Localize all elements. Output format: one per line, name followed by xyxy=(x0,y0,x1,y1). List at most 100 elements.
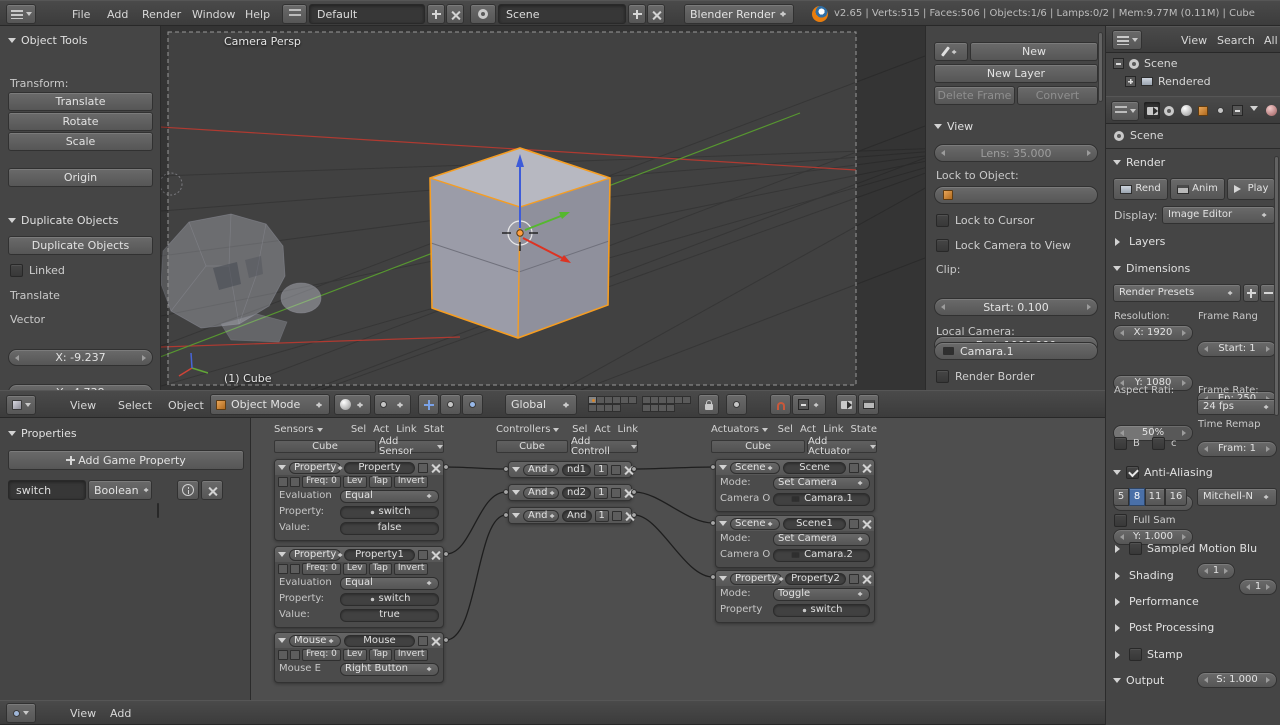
controller-type-menu[interactable]: And xyxy=(523,487,559,499)
sensor-block-property[interactable]: Property Property Freq: 0 Lev Tap Invert… xyxy=(274,459,444,541)
screen-layout-browse-button[interactable] xyxy=(282,4,307,24)
add-sensor-button[interactable]: Add Sensor xyxy=(378,440,444,453)
layer-cell[interactable] xyxy=(666,404,675,412)
outliner-menu-view[interactable]: View xyxy=(1181,35,1207,46)
mode-select[interactable]: Object Mode xyxy=(210,394,330,415)
pin-icon[interactable] xyxy=(418,550,428,560)
viewport-3d[interactable]: Camera Persp (1) Cube xyxy=(161,26,925,390)
controller-block-and3[interactable]: And And 1 xyxy=(508,507,632,524)
view3d-menu-object[interactable]: Object xyxy=(168,400,204,411)
tab-constraints[interactable] xyxy=(1212,102,1228,119)
duplicate-panel-header[interactable]: Duplicate Objects xyxy=(8,214,118,227)
add-game-property-button[interactable]: Add Game Property xyxy=(8,450,244,470)
actuators-state-toggle[interactable]: State xyxy=(851,425,877,435)
delete-frame-button[interactable]: Delete Frame xyxy=(934,86,1015,105)
pin-icon[interactable] xyxy=(418,636,428,646)
layers-panel-header[interactable]: Layers xyxy=(1113,236,1165,247)
controller-name-field[interactable]: nd2 xyxy=(562,487,591,499)
crop-checkbox[interactable]: c xyxy=(1152,437,1177,450)
tap-toggle[interactable]: Tap xyxy=(369,649,392,661)
layer-cell[interactable] xyxy=(612,404,621,412)
actuator-type-menu[interactable]: Scene xyxy=(730,462,780,474)
pulse-true-icon[interactable] xyxy=(278,650,288,660)
antialiasing-panel-header[interactable]: Anti-Aliasing xyxy=(1113,466,1213,479)
actuators-link-toggle[interactable]: Link xyxy=(823,425,843,435)
sensors-link-toggle[interactable]: Link xyxy=(396,425,416,435)
controller-name-field[interactable]: And xyxy=(562,510,592,522)
aa-filter-select[interactable]: Mitchell-N xyxy=(1197,488,1277,506)
collapse-icon[interactable] xyxy=(278,638,286,647)
manipulator-toggle[interactable] xyxy=(418,394,439,415)
view3d-menu-view[interactable]: View xyxy=(70,400,96,411)
editor-type-button-properties[interactable] xyxy=(1111,101,1139,121)
layers-grid-2[interactable] xyxy=(642,396,690,412)
stamp-panel-header[interactable]: Stamp xyxy=(1113,648,1183,661)
controller-type-menu[interactable]: And xyxy=(523,510,559,522)
aa-samples-8[interactable]: 8 xyxy=(1129,488,1145,506)
collapse-icon[interactable] xyxy=(512,467,520,476)
invert-toggle[interactable]: Invert xyxy=(394,649,428,661)
evaluation-select[interactable]: Equal xyxy=(340,490,439,503)
controller-type-menu[interactable]: And xyxy=(523,464,559,476)
property-field[interactable]: switch xyxy=(773,604,870,617)
controllers-sel-toggle[interactable]: Sel xyxy=(572,425,587,435)
collapse-icon[interactable] xyxy=(719,465,727,474)
mark-icon[interactable] xyxy=(611,465,621,475)
mode-select[interactable]: Set Camera xyxy=(773,477,870,490)
fps-select[interactable]: 24 fps xyxy=(1197,399,1277,415)
menu-add[interactable]: Add xyxy=(107,9,128,20)
skull-mesh[interactable] xyxy=(161,173,321,342)
pulse-false-icon[interactable] xyxy=(290,477,300,487)
controller-block-and2[interactable]: And nd2 1 xyxy=(508,484,632,501)
opengl-render-button[interactable] xyxy=(836,394,857,415)
performance-panel-header[interactable]: Performance xyxy=(1113,596,1199,607)
object-tools-panel-header[interactable]: Object Tools xyxy=(0,26,160,47)
new-gpencil-button[interactable]: New xyxy=(970,42,1098,61)
outliner-row-renderlayer[interactable]: Rendered xyxy=(1125,76,1211,87)
aa-filter-size-field[interactable]: S: 1.000 xyxy=(1197,672,1277,688)
evaluation-select[interactable]: Equal xyxy=(340,577,439,590)
actuator-type-menu[interactable]: Scene xyxy=(730,518,780,530)
controllers-link-toggle[interactable]: Link xyxy=(618,425,638,435)
sensors-owner-button[interactable]: Cube xyxy=(274,440,376,453)
editor-type-button-outliner[interactable] xyxy=(1112,30,1142,50)
add-controller-button[interactable]: Add Controll xyxy=(570,440,638,453)
lock-to-scene-toggle[interactable] xyxy=(698,394,719,415)
pin-icon[interactable] xyxy=(849,519,859,529)
render-still-button[interactable]: Rend xyxy=(1113,178,1168,200)
layers-grid-1[interactable] xyxy=(588,396,636,412)
translate-manipulator[interactable] xyxy=(440,394,461,415)
delete-sensor-button[interactable] xyxy=(431,636,440,645)
actuators-filter-menu[interactable]: Actuators xyxy=(711,425,768,435)
collapse-icon[interactable] xyxy=(512,513,520,522)
actuator-block-scene1[interactable]: Scene Scene1 Mode:Set Camera Camera ObjC… xyxy=(715,515,875,568)
controller-name-field[interactable]: nd1 xyxy=(562,464,591,476)
render-anim-button[interactable]: Anim xyxy=(1170,178,1225,200)
shading-panel-header[interactable]: Shading xyxy=(1113,570,1174,581)
scene-name-field[interactable]: Scene xyxy=(498,4,626,24)
delete-actuator-button[interactable] xyxy=(862,574,871,583)
game-property-type-select[interactable]: Boolean xyxy=(88,480,152,500)
menu-window[interactable]: Window xyxy=(192,9,235,20)
view3d-menu-select[interactable]: Select xyxy=(118,400,152,411)
freq-field[interactable]: Freq: 0 xyxy=(302,649,341,661)
sensor-type-menu[interactable]: Property xyxy=(289,549,341,561)
delete-screen-button[interactable] xyxy=(446,4,464,24)
full-sample-checkbox[interactable]: Full Sam xyxy=(1114,514,1176,527)
resolution-x-field[interactable]: X: 1920 xyxy=(1113,325,1193,341)
pulse-false-icon[interactable] xyxy=(290,650,300,660)
delete-actuator-button[interactable] xyxy=(862,463,871,472)
camera-object-field[interactable]: Camara.1 xyxy=(773,493,870,506)
pin-icon[interactable] xyxy=(849,463,859,473)
invert-toggle[interactable]: Invert xyxy=(394,563,428,575)
delete-controller-button[interactable] xyxy=(624,465,628,474)
collapse-icon[interactable] xyxy=(719,521,727,530)
actuators-sel-toggle[interactable]: Sel xyxy=(778,425,793,435)
opengl-anim-button[interactable] xyxy=(858,394,879,415)
sensors-stat-toggle[interactable]: Stat xyxy=(424,425,444,435)
properties-scrollbar[interactable] xyxy=(1274,156,1279,416)
sampled-motion-blur-header[interactable]: Sampled Motion Blu xyxy=(1113,542,1257,555)
vector-x-field[interactable]: X: -9.237 xyxy=(8,349,153,366)
duplicate-objects-button[interactable]: Duplicate Objects xyxy=(8,236,153,255)
tab-world[interactable] xyxy=(1178,102,1194,119)
